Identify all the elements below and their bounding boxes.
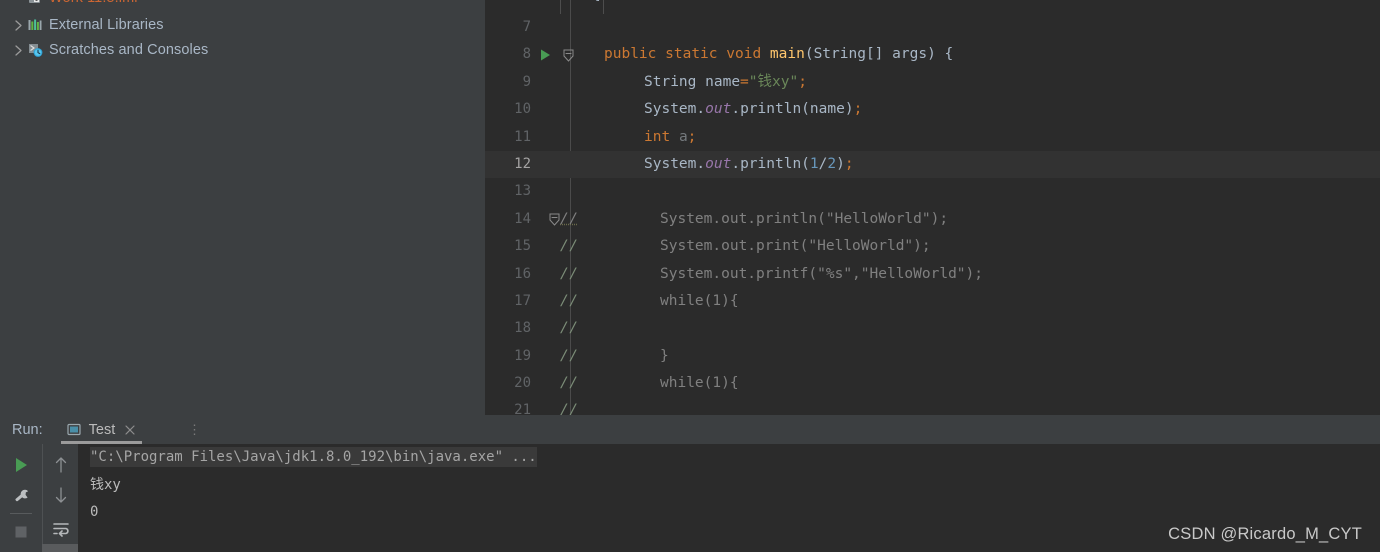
code-line-partial[interactable]: { [485, 0, 1380, 14]
fold-collapse-icon[interactable] [547, 206, 561, 233]
tree-item-scratches-and-consoles[interactable]: Scratches and Consoles [0, 39, 485, 61]
line-number: 17 [514, 292, 531, 309]
run-label: Run: [12, 421, 43, 438]
run-tab-label: Test [88, 421, 116, 438]
comment-marker: // [560, 292, 579, 309]
code-line-10[interactable]: 10 System.out.println(name); [485, 96, 1380, 123]
code-line-15[interactable]: 15 // System.out.print("HelloWorld"); [485, 233, 1380, 260]
prev-occurrence-button[interactable] [43, 450, 79, 480]
code-line-14[interactable]: 14 // System.out.println("HelloWorld"); [485, 206, 1380, 233]
chevron-right-icon[interactable] [10, 17, 26, 33]
code-line-text: while(1){ [660, 292, 739, 309]
run-configuration-icon [67, 422, 83, 438]
code-line-11[interactable]: 11 int a; [485, 124, 1380, 151]
code-line-9[interactable]: 9 String name="钱xy"; [485, 69, 1380, 96]
run-tool-window-header: Run: Test ⋮ [0, 415, 1380, 445]
code-line-8[interactable]: 8 public static void main(String[] args)… [485, 41, 1380, 68]
comment-marker: // [560, 265, 579, 282]
comment-marker: // [560, 210, 579, 227]
code-line-20[interactable]: 20 // while(1){ [485, 370, 1380, 397]
scratches-icon [26, 42, 44, 58]
run-toolbar-secondary [42, 444, 79, 552]
code-line-18[interactable]: 18 // [485, 315, 1380, 342]
code-line-13[interactable]: 13 [485, 178, 1380, 205]
line-number: 20 [514, 375, 531, 392]
comment-marker: // [560, 238, 579, 255]
line-number: 12 [514, 155, 531, 172]
comment-marker: // [560, 320, 579, 337]
code-line-text: int a; [644, 128, 697, 145]
run-tab-overflow-icon[interactable]: ⋮ [188, 415, 201, 444]
comment-marker: // [560, 402, 579, 415]
fold-collapse-icon[interactable] [561, 41, 575, 68]
console-scrollbar[interactable] [42, 544, 78, 552]
tree-item-label: Scratches and Consoles [49, 42, 209, 58]
code-line-17[interactable]: 17 // while(1){ [485, 288, 1380, 315]
code-line-text: String name="钱xy"; [644, 73, 807, 90]
soft-wrap-button[interactable] [43, 514, 79, 544]
tree-arrow-placeholder [10, 0, 26, 6]
project-tool-window: Work 11.5.iml External Libraries [0, 0, 485, 415]
code-line-text: while(1){ [660, 375, 739, 392]
code-line-16[interactable]: 16 // System.out.printf("%s","HelloWorld… [485, 261, 1380, 288]
run-toolbar-left [0, 444, 42, 552]
line-number: 10 [514, 101, 531, 118]
code-line-text: System.out.print("HelloWorld"); [660, 238, 931, 255]
line-number: 7 [522, 19, 531, 35]
tree-item-iml-file[interactable]: Work 11.5.iml [0, 0, 485, 9]
tree-item-external-libraries[interactable]: External Libraries [0, 14, 485, 36]
console-line: "C:\Program Files\Java\jdk1.8.0_192\bin\… [78, 444, 1380, 472]
line-number: 9 [522, 73, 531, 90]
code-editor[interactable]: { 7 8 public static void main(String[] a… [485, 0, 1380, 415]
line-number: 18 [514, 320, 531, 337]
code-line-text: } [660, 347, 669, 364]
code-line-text: { [557, 0, 601, 2]
tree-item-label: External Libraries [49, 17, 164, 33]
code-line-text: System.out.printf("%s","HelloWorld"); [660, 265, 984, 282]
watermark: CSDN @Ricardo_M_CYT [1168, 525, 1362, 543]
close-icon[interactable] [124, 424, 136, 436]
line-number: 13 [514, 183, 531, 200]
rerun-button[interactable] [0, 450, 42, 480]
line-number: 14 [514, 210, 531, 227]
toolbar-separator [10, 513, 32, 514]
comment-marker: // [560, 375, 579, 392]
code-line-19[interactable]: 19 // } [485, 343, 1380, 370]
stop-button[interactable] [0, 517, 42, 547]
edit-configurations-button[interactable] [0, 480, 42, 510]
line-number: 16 [514, 265, 531, 282]
iml-file-icon [26, 0, 44, 6]
console-line-text: "C:\Program Files\Java\jdk1.8.0_192\bin\… [90, 447, 537, 467]
chevron-right-icon[interactable] [10, 42, 26, 58]
next-occurrence-button[interactable] [43, 480, 79, 510]
tree-item-label: Work 11.5.iml [49, 0, 138, 6]
line-number: 21 [514, 402, 531, 415]
line-number: 8 [522, 46, 531, 63]
intellij-idea-window: Work 11.5.iml External Libraries [0, 0, 1380, 552]
console-line: 钱xy [90, 476, 121, 493]
code-line-21[interactable]: 21 // [485, 397, 1380, 415]
code-line-7[interactable]: 7 [485, 14, 1380, 41]
run-gutter-icon[interactable] [537, 41, 553, 68]
code-line-text: public static void main(String[] args) { [604, 46, 954, 63]
code-line-text: System.out.println(1/2); [644, 155, 854, 172]
code-line-text: System.out.println("HelloWorld"); [660, 210, 949, 227]
run-tab-test[interactable]: Test [60, 415, 143, 444]
code-line-12[interactable]: 12 System.out.println(1/2); [485, 150, 1380, 179]
line-number: 11 [514, 128, 531, 145]
external-libraries-icon [26, 17, 44, 33]
console-line: 0 [90, 504, 99, 520]
code-line-text: System.out.println(name); [644, 101, 863, 118]
comment-marker: // [560, 347, 579, 364]
line-number: 19 [514, 347, 531, 364]
line-number: 15 [514, 238, 531, 255]
